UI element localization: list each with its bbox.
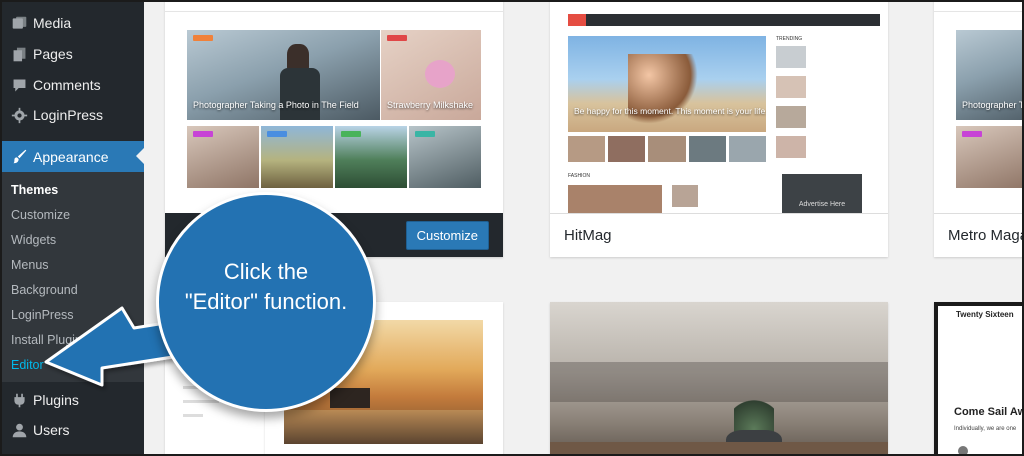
screenshot-frame: Media Pages Comments LoginPress Appearan… xyxy=(0,0,1024,456)
callout-arrow xyxy=(44,306,194,387)
callout-line-1: Click the xyxy=(223,259,309,284)
callout-bubble: Click the "Editor" function. xyxy=(156,192,376,412)
callout-line-2: "Editor" function. xyxy=(184,289,348,314)
callout-text: Click the "Editor" function. xyxy=(159,257,373,317)
